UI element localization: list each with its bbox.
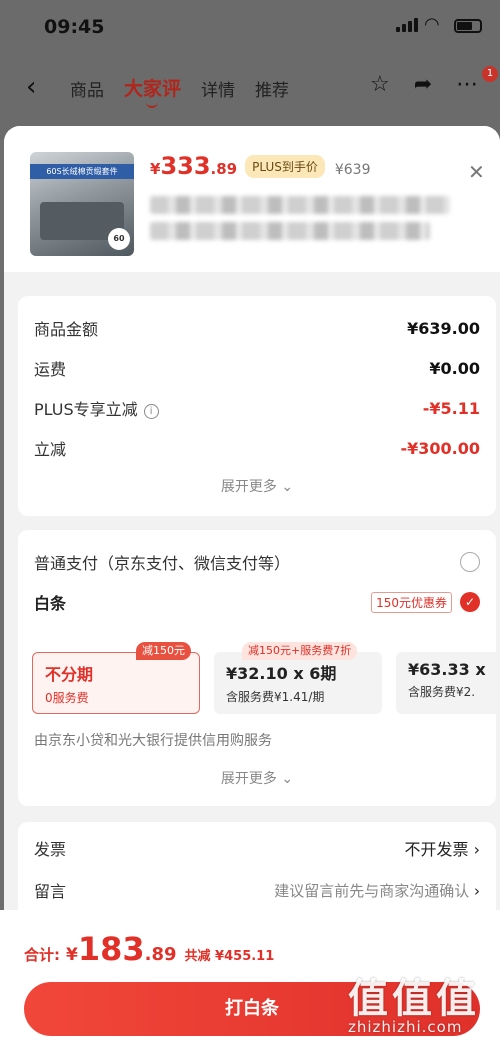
product-header: 60S长绒棉贡缎套件 60 ¥ 333 .89 PLUS到手价 ¥639 ✕: [4, 126, 500, 272]
total-savings: 共减 ¥455.11: [184, 949, 275, 964]
price-integer: 333: [160, 152, 211, 180]
total-label: 合计:: [24, 946, 60, 964]
more-icon[interactable]: ⋯: [456, 72, 478, 97]
summary-value: -¥5.11: [422, 398, 480, 418]
signal-icon: [396, 18, 418, 32]
favorite-star-icon[interactable]: ☆: [370, 72, 390, 97]
plan-title: ¥63.33 x: [408, 660, 486, 679]
nav-actions: ☆ ➦ ⋯: [370, 72, 478, 97]
message-input[interactable]: 建议留言前先与商家沟通确认: [274, 882, 469, 900]
original-price: ¥639: [334, 162, 371, 178]
info-icon[interactable]: i: [143, 404, 159, 419]
checkout-sheet: 60S长绒棉贡缎套件 60 ¥ 333 .89 PLUS到手价 ¥639 ✕ 商…: [4, 126, 500, 1045]
invoice-label: 发票: [34, 840, 67, 859]
plan-option-no-installment[interactable]: 不分期 0服务费: [32, 652, 200, 714]
price-row: ¥ 333 .89 PLUS到手价 ¥639: [150, 152, 371, 181]
summary-label: 立减: [34, 440, 67, 459]
tab-details[interactable]: 详情: [201, 76, 235, 101]
radio-unchecked[interactable]: [460, 552, 480, 572]
tab-reviews[interactable]: 大家评: [124, 74, 181, 108]
summary-value: -¥300.00: [400, 438, 480, 458]
radio-checked-icon[interactable]: ✓: [460, 592, 480, 612]
chevron-right-icon: ›: [474, 881, 480, 900]
installment-plans: 不分期 0服务费 减150元 ¥32.10 x 6期 含服务费¥1.41/期 减…: [32, 642, 496, 716]
price-summary-card: 商品金额 ¥639.00 运费 ¥0.00 PLUS专享立减 i -¥5.11 立…: [18, 296, 496, 516]
nav-tabs: 商品 大家评 详情 推荐: [70, 74, 289, 108]
plan-subtitle: 含服务费¥1.41/期: [226, 690, 325, 704]
product-thumbnail: 60S长绒棉贡缎套件 60: [30, 152, 134, 256]
plan-discount-tag: 减150元+服务费7折: [242, 642, 358, 660]
wifi-icon: ◠: [424, 14, 440, 35]
watermark-text: 值值值: [348, 976, 480, 1022]
payment-option-baitiao[interactable]: 白条 150元优惠券 ✓: [34, 590, 480, 614]
invoice-value: 不开发票: [404, 840, 469, 859]
message-label: 留言: [34, 882, 67, 901]
summary-row: 运费 ¥0.00: [34, 356, 480, 380]
checkout-footer: 合计: ¥ 183 .89 共减 ¥455.11 打白条 值值值 zhizhiz…: [0, 910, 500, 1045]
invoice-value-wrap: 不开发票 ›: [404, 836, 480, 860]
summary-row: 立减 -¥300.00: [34, 436, 480, 460]
message-input-wrap: 建议留言前先与商家沟通确认 ›: [274, 880, 480, 901]
tab-recommend[interactable]: 推荐: [255, 76, 289, 101]
status-time: 09:45: [44, 16, 105, 38]
plan-discount-tag: 减150元: [136, 642, 191, 660]
product-navbar: ‹ 商品 大家评 详情 推荐 ☆ ➦ ⋯: [0, 62, 500, 108]
summary-value: ¥639.00: [407, 318, 480, 338]
plan-subtitle: 0服务费: [45, 691, 89, 705]
total-currency: ¥: [66, 945, 78, 965]
price-currency: ¥: [150, 160, 161, 178]
plan-title: ¥32.10 x 6期: [226, 664, 337, 683]
summary-label: 运费: [34, 360, 67, 379]
total-decimal: .89: [144, 944, 177, 965]
watermark-logo: 值值值 zhizhizhi.com: [348, 966, 480, 1036]
plan-option-6-months[interactable]: ¥32.10 x 6期 含服务费¥1.41/期: [214, 652, 382, 714]
summary-label-text: PLUS专享立减: [34, 400, 138, 419]
total-row: 合计: ¥ 183 .89 共减 ¥455.11: [24, 930, 274, 968]
watermark-url: zhizhizhi.com: [348, 1018, 463, 1036]
payment-option-normal[interactable]: 普通支付（京东支付、微信支付等）: [34, 550, 480, 574]
plan-option-12-months[interactable]: ¥63.33 x 含服务费¥2.: [396, 652, 496, 714]
summary-row: PLUS专享立减 i -¥5.11: [34, 396, 480, 420]
thumbnail-badge: 60: [108, 228, 130, 250]
summary-row: 商品金额 ¥639.00: [34, 316, 480, 340]
baitiao-right: 150元优惠券 ✓: [371, 591, 480, 613]
summary-label: PLUS专享立减 i: [34, 396, 159, 420]
notification-badge: 1: [482, 66, 498, 82]
back-icon[interactable]: ‹: [26, 72, 36, 102]
payment-option-label: 白条: [34, 594, 67, 613]
expand-more-button[interactable]: 展开更多 ⌄: [18, 768, 496, 788]
product-spec-blurred: [150, 222, 430, 240]
thumbnail-caption: 60S长绒棉贡缎套件: [30, 164, 134, 179]
product-title-blurred: [150, 196, 450, 214]
expand-more-button[interactable]: 展开更多 ⌄: [18, 476, 496, 496]
status-bar: 09:45 ◠: [0, 0, 500, 56]
coupon-badge[interactable]: 150元优惠券: [371, 591, 452, 613]
plus-price-tag: PLUS到手价: [245, 155, 325, 178]
price-decimal: .89: [210, 160, 238, 178]
payment-option-label: 普通支付（京东支付、微信支付等）: [34, 554, 291, 573]
plan-subtitle: 含服务费¥2.: [408, 685, 476, 699]
plan-title: 不分期: [45, 665, 94, 684]
invoice-row[interactable]: 发票 不开发票 ›: [34, 836, 480, 860]
tab-product[interactable]: 商品: [70, 76, 104, 101]
share-icon[interactable]: ➦: [414, 72, 432, 97]
summary-value: ¥0.00: [429, 358, 480, 378]
battery-icon: [454, 19, 482, 33]
credit-provider-note: 由京东小贷和光大银行提供信用购服务: [34, 733, 272, 749]
total-integer: 183: [77, 930, 145, 968]
close-icon[interactable]: ✕: [468, 160, 485, 184]
summary-label: 商品金额: [34, 320, 99, 339]
message-row[interactable]: 留言 建议留言前先与商家沟通确认 ›: [34, 878, 480, 902]
payment-card: 普通支付（京东支付、微信支付等） 白条 150元优惠券 ✓ 不分期 0服务费 减…: [18, 530, 496, 806]
chevron-right-icon: ›: [473, 840, 480, 859]
